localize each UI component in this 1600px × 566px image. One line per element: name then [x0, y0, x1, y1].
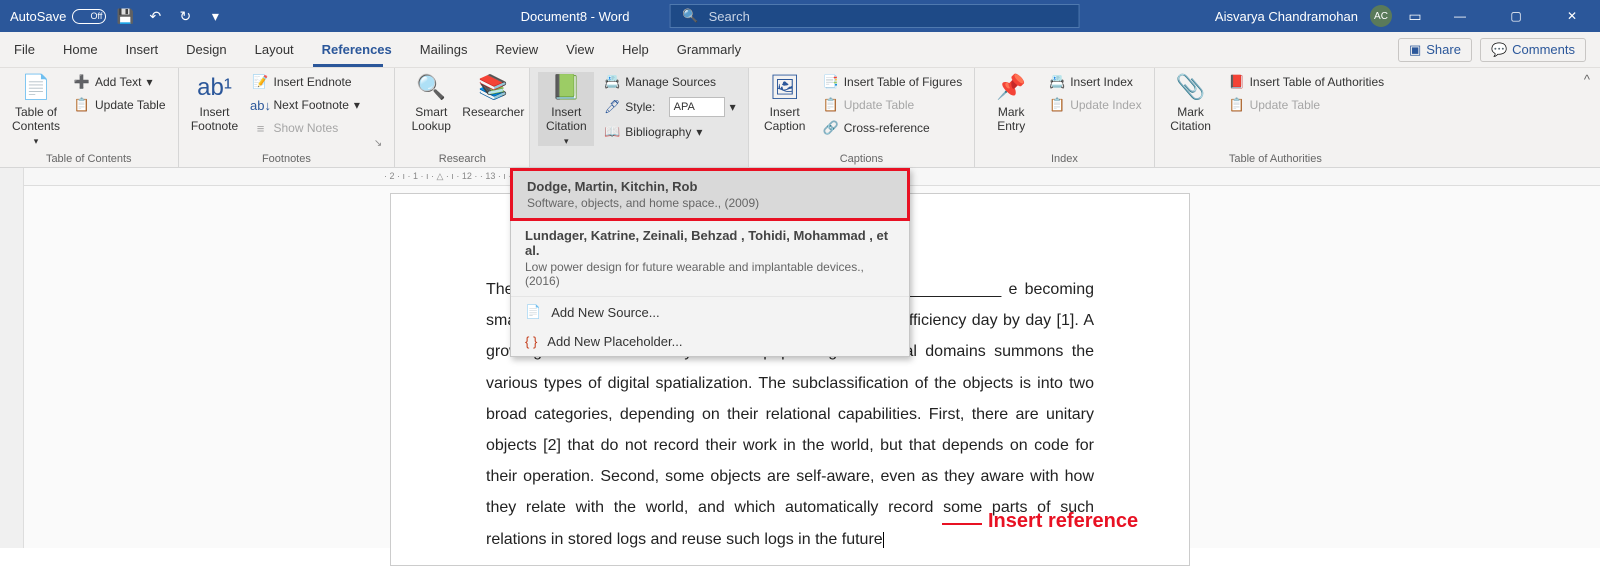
crossref-icon: 🔗: [823, 120, 839, 136]
tab-grammarly[interactable]: Grammarly: [663, 32, 755, 68]
citation-item-0[interactable]: Dodge, Martin, Kitchin, Rob Software, ob…: [510, 168, 910, 221]
group-toc: 📄Table of Contents▾ ➕Add Text ▾ 📋Update …: [0, 68, 179, 167]
update-index-button: 📋Update Index: [1045, 95, 1145, 115]
redo-icon[interactable]: ↻: [174, 5, 196, 27]
tab-review[interactable]: Review: [481, 32, 552, 68]
manage-sources-icon: 📇: [604, 74, 620, 90]
comment-icon: 💬: [1491, 42, 1507, 58]
text-cursor: [883, 532, 884, 548]
next-footnote-icon: ab↓: [253, 97, 269, 113]
tab-design[interactable]: Design: [172, 32, 240, 68]
show-notes-button: ≡Show Notes: [249, 118, 364, 138]
minimize-button[interactable]: —: [1438, 0, 1482, 32]
autosave-toggle[interactable]: AutoSave Off: [10, 9, 106, 24]
researcher-button[interactable]: 📚Researcher: [465, 72, 521, 119]
avatar[interactable]: AC: [1370, 5, 1392, 27]
toc-icon: 📄: [21, 74, 51, 103]
update-table-button[interactable]: 📋Update Table: [70, 95, 170, 115]
update-icon: 📋: [1049, 97, 1065, 113]
insert-toa-button[interactable]: 📕Insert Table of Authorities: [1225, 72, 1389, 92]
save-icon[interactable]: 💾: [114, 5, 136, 27]
document-area: · 2 · ı · 1 · ı · △ · ı · 12 · · 13 · ı …: [0, 168, 1600, 548]
update-icon: 📋: [1229, 97, 1245, 113]
ribbon: 📄Table of Contents▾ ➕Add Text ▾ 📋Update …: [0, 68, 1600, 168]
tab-insert[interactable]: Insert: [112, 32, 173, 68]
citation-style-select[interactable]: 🖊Style: APA▾: [600, 95, 739, 119]
maximize-button[interactable]: ▢: [1494, 0, 1538, 32]
tab-help[interactable]: Help: [608, 32, 663, 68]
undo-icon[interactable]: ↶: [144, 5, 166, 27]
show-notes-icon: ≡: [253, 120, 269, 136]
footnote-icon: ab¹: [197, 74, 232, 103]
user-name[interactable]: Aisvarya Chandramohan: [1215, 9, 1358, 24]
share-icon: ▣: [1409, 42, 1421, 58]
insert-index-button[interactable]: 📇Insert Index: [1045, 72, 1145, 92]
comments-button[interactable]: 💬Comments: [1480, 38, 1586, 62]
add-new-placeholder-button[interactable]: { } Add New Placeholder...: [511, 327, 909, 356]
insert-index-icon: 📇: [1049, 74, 1065, 90]
style-icon: 🖊: [604, 99, 620, 115]
citation-icon: 📗: [551, 74, 581, 103]
add-text-button[interactable]: ➕Add Text ▾: [70, 72, 170, 92]
search-input[interactable]: 🔍 Search: [669, 4, 1079, 28]
manage-sources-button[interactable]: 📇Manage Sources: [600, 72, 739, 92]
insert-figures-table-button[interactable]: 📑Insert Table of Figures: [819, 72, 967, 92]
ribbon-display-icon[interactable]: ▭: [1404, 5, 1426, 27]
collapse-ribbon-icon[interactable]: ^: [1574, 68, 1600, 167]
tab-mailings[interactable]: Mailings: [406, 32, 482, 68]
cross-reference-button[interactable]: 🔗Cross-reference: [819, 118, 967, 138]
insert-footnote-button[interactable]: ab¹Insert Footnote: [187, 72, 243, 134]
document-title: Document8 - Word: [521, 9, 630, 24]
update-icon: 📋: [823, 97, 839, 113]
group-citations: 📗Insert Citation▾ 📇Manage Sources 🖊Style…: [530, 68, 748, 167]
add-text-icon: ➕: [74, 74, 90, 90]
vertical-ruler: [0, 168, 24, 548]
tab-file[interactable]: File: [0, 32, 49, 68]
update-figures-table-button: 📋Update Table: [819, 95, 967, 115]
insert-caption-button[interactable]: 🖼Insert Caption: [757, 72, 813, 134]
caption-icon: 🖼: [769, 74, 799, 103]
researcher-icon: 📚: [478, 74, 508, 103]
mark-entry-icon: 📌: [996, 74, 1026, 103]
next-footnote-button[interactable]: ab↓Next Footnote ▾: [249, 95, 364, 115]
bibliography-button[interactable]: 📖Bibliography ▾: [600, 122, 739, 142]
group-research: 🔍Smart Lookup 📚Researcher Research: [395, 68, 530, 167]
bibliography-icon: 📖: [604, 124, 620, 140]
mark-entry-button[interactable]: 📌Mark Entry: [983, 72, 1039, 134]
citation-item-1[interactable]: Lundager, Katrine, Zeinali, Behzad , Toh…: [511, 220, 909, 297]
tof-icon: 📑: [823, 74, 839, 90]
tab-layout[interactable]: Layout: [241, 32, 308, 68]
smart-lookup-button[interactable]: 🔍Smart Lookup: [403, 72, 459, 134]
endnote-icon: 📝: [253, 74, 269, 90]
footnotes-launcher-icon[interactable]: ↘: [370, 138, 386, 151]
group-toa: 📎Mark Citation 📕Insert Table of Authorit…: [1155, 68, 1397, 167]
mark-citation-icon: 📎: [1176, 74, 1206, 103]
share-button[interactable]: ▣Share: [1398, 38, 1472, 62]
qat-customize-icon[interactable]: ▾: [204, 5, 226, 27]
citation-dropdown: Dodge, Martin, Kitchin, Rob Software, ob…: [510, 168, 910, 357]
search-icon: 🔍: [682, 8, 698, 24]
tab-view[interactable]: View: [552, 32, 608, 68]
close-button[interactable]: ✕: [1550, 0, 1594, 32]
insert-citation-button[interactable]: 📗Insert Citation▾: [538, 72, 594, 146]
add-source-icon: 📄: [525, 304, 541, 320]
tab-references[interactable]: References: [308, 32, 406, 68]
group-index: 📌Mark Entry 📇Insert Index 📋Update Index …: [975, 68, 1154, 167]
tab-home[interactable]: Home: [49, 32, 112, 68]
annotation-callout: Insert reference: [942, 510, 1138, 533]
add-new-source-button[interactable]: 📄 Add New Source...: [511, 297, 909, 327]
insert-endnote-button[interactable]: 📝Insert Endnote: [249, 72, 364, 92]
group-footnotes: ab¹Insert Footnote 📝Insert Endnote ab↓Ne…: [179, 68, 396, 167]
toa-icon: 📕: [1229, 74, 1245, 90]
smart-lookup-icon: 🔍: [416, 74, 446, 103]
update-toa-button: 📋Update Table: [1225, 95, 1389, 115]
update-icon: 📋: [74, 97, 90, 113]
mark-citation-button[interactable]: 📎Mark Citation: [1163, 72, 1219, 134]
ribbon-tabs: File Home Insert Design Layout Reference…: [0, 32, 1600, 68]
title-bar: AutoSave Off 💾 ↶ ↻ ▾ Document8 - Word 🔍 …: [0, 0, 1600, 32]
group-captions: 🖼Insert Caption 📑Insert Table of Figures…: [749, 68, 976, 167]
table-of-contents-button[interactable]: 📄Table of Contents▾: [8, 72, 64, 146]
add-placeholder-icon: { }: [525, 334, 537, 349]
